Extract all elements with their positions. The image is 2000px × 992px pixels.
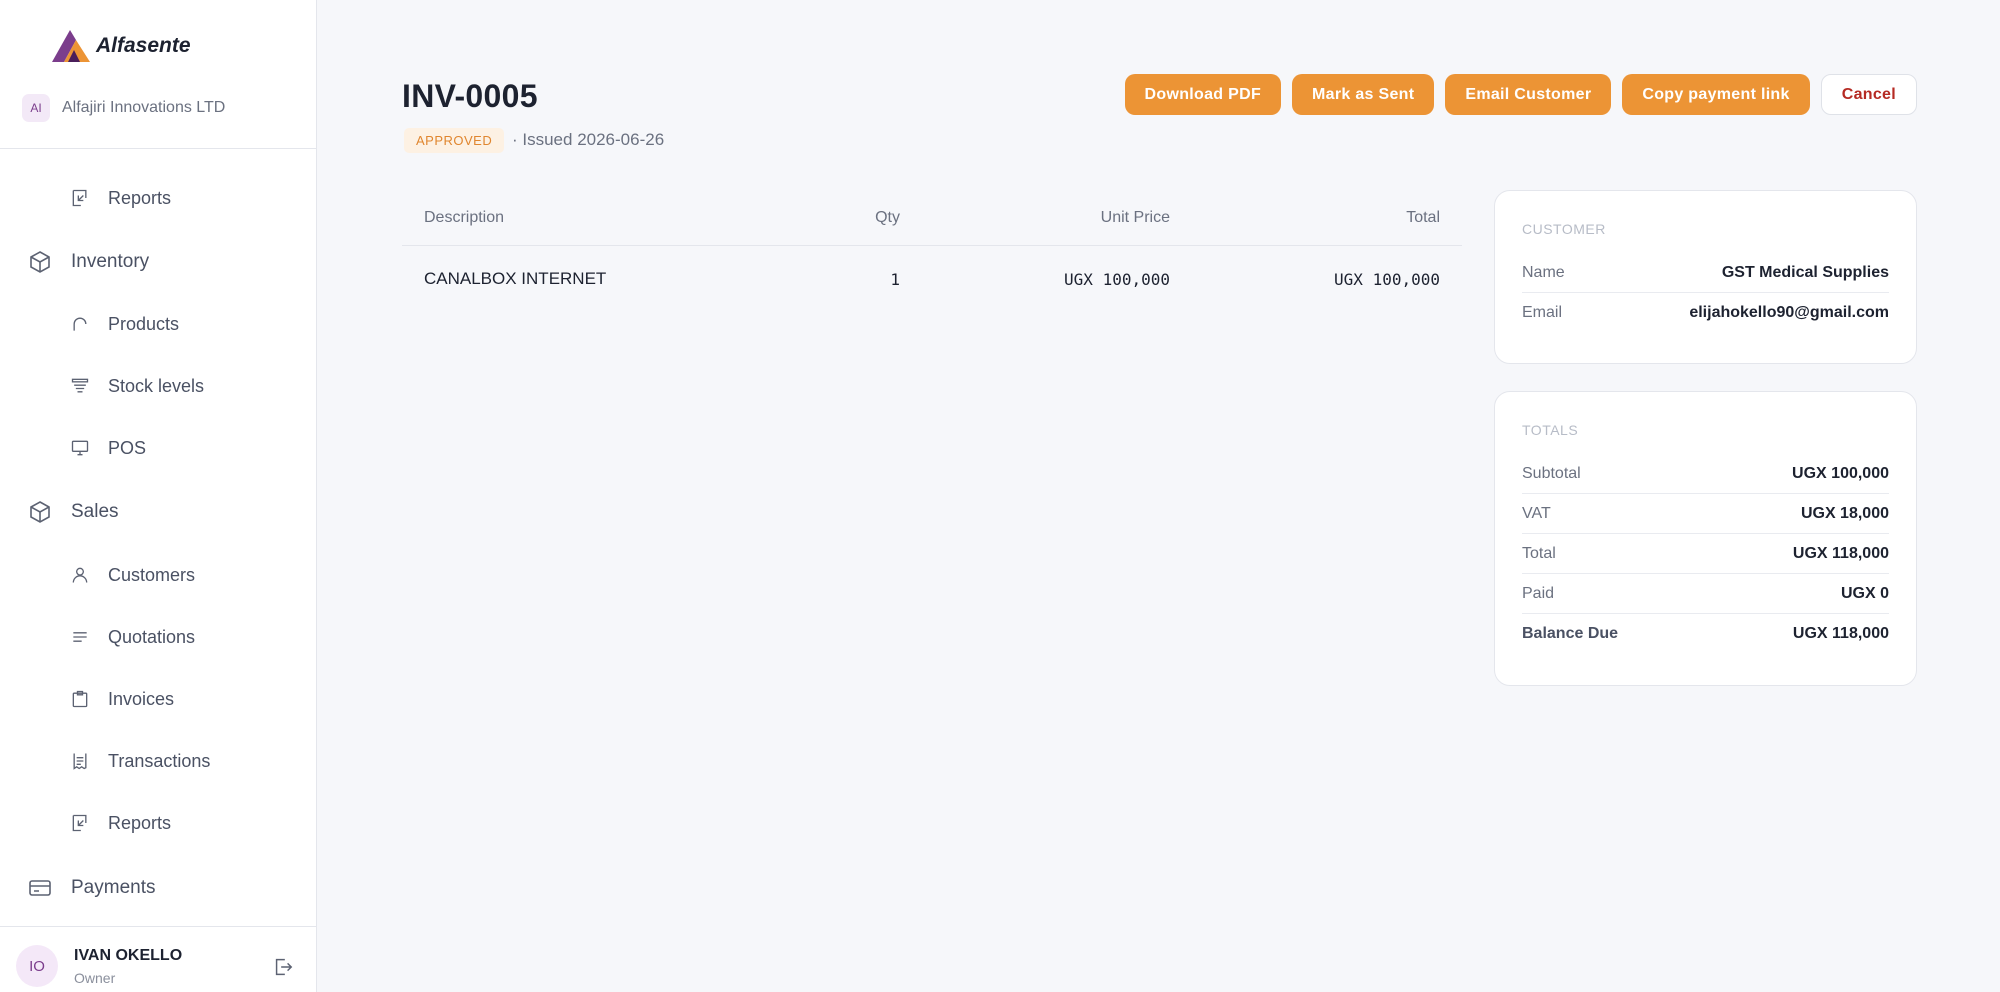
total-row: Total UGX 118,000	[1522, 534, 1889, 574]
sidebar: Alfasente AI Alfajiri Innovations LTD Re…	[0, 0, 317, 992]
field-label: Name	[1522, 263, 1565, 281]
sidebar-item-label: Transactions	[108, 750, 211, 771]
sidebar-item-customers[interactable]: Customers	[68, 555, 195, 595]
box-icon	[28, 500, 52, 524]
vat-row: VAT UGX 18,000	[1522, 494, 1889, 534]
copy-payment-link-button[interactable]: Copy payment link	[1622, 74, 1810, 115]
totals-card: TOTALS Subtotal UGX 100,000 VAT UGX 18,0…	[1494, 391, 1917, 686]
sidebar-item-sales-reports[interactable]: Reports	[68, 803, 171, 843]
credit-card-icon	[28, 876, 52, 900]
sidebar-item-label: Sales	[71, 501, 119, 522]
vat-value: UGX 18,000	[1800, 504, 1889, 522]
customer-name-row: Name GST Medical Supplies	[1522, 253, 1889, 293]
sidebar-item-label: Invoices	[108, 688, 175, 709]
sidebar-item-invoices[interactable]: Invoices	[68, 679, 174, 719]
item-qty: 1	[890, 269, 900, 289]
paid-value: UGX 0	[1840, 584, 1889, 602]
sidebar-item-label: Quotations	[108, 626, 196, 647]
issued-date: · Issued 2026-06-26	[512, 130, 665, 149]
sidebar-item-label: Customers	[108, 564, 196, 585]
sidebar-item-label: Products	[108, 313, 180, 334]
sidebar-item-payments[interactable]: Payments	[28, 868, 155, 908]
table-header: Description Qty Unit Price Total	[402, 190, 1462, 246]
arch-icon	[68, 312, 92, 336]
download-pdf-button[interactable]: Download PDF	[1124, 74, 1282, 115]
field-label: VAT	[1522, 504, 1551, 522]
sidebar-divider	[0, 148, 317, 149]
sidebar-item-label: Inventory	[71, 251, 150, 272]
customer-email-row: Email elijahokello90@gmail.com	[1522, 293, 1889, 333]
sidebar-divider	[0, 926, 317, 927]
sidebar-item-sales[interactable]: Sales	[28, 492, 119, 532]
org-name: Alfajiri Innovations LTD	[62, 99, 226, 116]
sidebar-item-label: Reports	[108, 812, 172, 833]
column-header-description: Description	[424, 208, 505, 226]
lines-icon	[68, 625, 92, 649]
sidebar-item-quotations[interactable]: Quotations	[68, 617, 195, 657]
sidebar-item-label: Payments	[71, 877, 156, 898]
item-description: CANALBOX INTERNET	[424, 269, 607, 288]
sidebar-item-label: Reports	[108, 187, 172, 208]
user-profile[interactable]: IO IVAN OKELLO Owner	[16, 945, 182, 987]
action-bar: Download PDF Mark as Sent Email Customer…	[1124, 74, 1917, 115]
user-name: IVAN OKELLO	[74, 946, 183, 964]
balance-due-value: UGX 118,000	[1792, 625, 1889, 642]
paid-row: Paid UGX 0	[1522, 574, 1889, 614]
brand-name: Alfasente	[96, 34, 191, 57]
avatar: IO	[16, 945, 58, 987]
cancel-button[interactable]: Cancel	[1820, 74, 1917, 115]
sidebar-item-stock-levels[interactable]: Stock levels	[68, 366, 204, 406]
sidebar-item-label: Stock levels	[108, 375, 205, 396]
line-items-table: Description Qty Unit Price Total CANALBO…	[402, 190, 1462, 312]
table-row: CANALBOX INTERNET 1 UGX 100,000 UGX 100,…	[402, 246, 1462, 312]
field-label: Subtotal	[1522, 464, 1581, 482]
field-label: Total	[1522, 544, 1556, 562]
balance-due-row: Balance Due UGX 118,000	[1522, 614, 1889, 654]
sidebar-item-label: POS	[108, 437, 147, 458]
sidebar-item-transactions[interactable]: Transactions	[68, 741, 210, 781]
logout-icon[interactable]	[272, 956, 294, 978]
stack-icon	[68, 374, 92, 398]
sidebar-item-pos[interactable]: POS	[68, 428, 146, 468]
field-label: Paid	[1522, 584, 1555, 602]
customer-card: CUSTOMER Name GST Medical Supplies Email…	[1494, 190, 1917, 364]
brand-logo[interactable]: Alfasente	[50, 26, 191, 66]
user-icon	[68, 563, 92, 587]
field-label: Balance Due	[1522, 625, 1619, 642]
sidebar-item-inventory[interactable]: Inventory	[28, 242, 149, 282]
status-badge: APPROVED	[404, 128, 505, 153]
page-title: INV-0005	[402, 78, 538, 114]
monitor-icon	[68, 436, 92, 460]
sidebar-item-products[interactable]: Products	[68, 304, 179, 344]
column-header-total: Total	[1406, 208, 1440, 226]
report-icon	[68, 186, 92, 210]
email-customer-button[interactable]: Email Customer	[1445, 74, 1612, 115]
column-header-qty: Qty	[875, 208, 900, 226]
report-icon	[68, 811, 92, 835]
customer-email[interactable]: elijahokello90@gmail.com	[1689, 304, 1889, 322]
box-icon	[28, 250, 52, 274]
org-switcher[interactable]: AI Alfajiri Innovations LTD	[22, 94, 225, 122]
field-label: Email	[1522, 304, 1563, 321]
clipboard-icon	[68, 687, 92, 711]
org-badge: AI	[22, 94, 50, 122]
customer-name: GST Medical Supplies	[1721, 263, 1889, 281]
alfasente-logo-icon	[52, 30, 90, 62]
item-total: UGX 100,000	[1334, 269, 1440, 289]
card-title: CUSTOMER	[1522, 221, 1606, 237]
subtotal-value: UGX 100,000	[1792, 464, 1889, 482]
subtotal-row: Subtotal UGX 100,000	[1522, 454, 1889, 494]
receipt-icon	[68, 749, 92, 773]
user-role: Owner	[74, 969, 116, 986]
item-unit-price: UGX 100,000	[1064, 269, 1170, 289]
sidebar-item-reports[interactable]: Reports	[68, 178, 171, 218]
column-header-unit-price: Unit Price	[1100, 208, 1170, 226]
total-value: UGX 118,000	[1792, 544, 1889, 562]
mark-as-sent-button[interactable]: Mark as Sent	[1292, 74, 1435, 115]
card-title: TOTALS	[1522, 422, 1579, 438]
